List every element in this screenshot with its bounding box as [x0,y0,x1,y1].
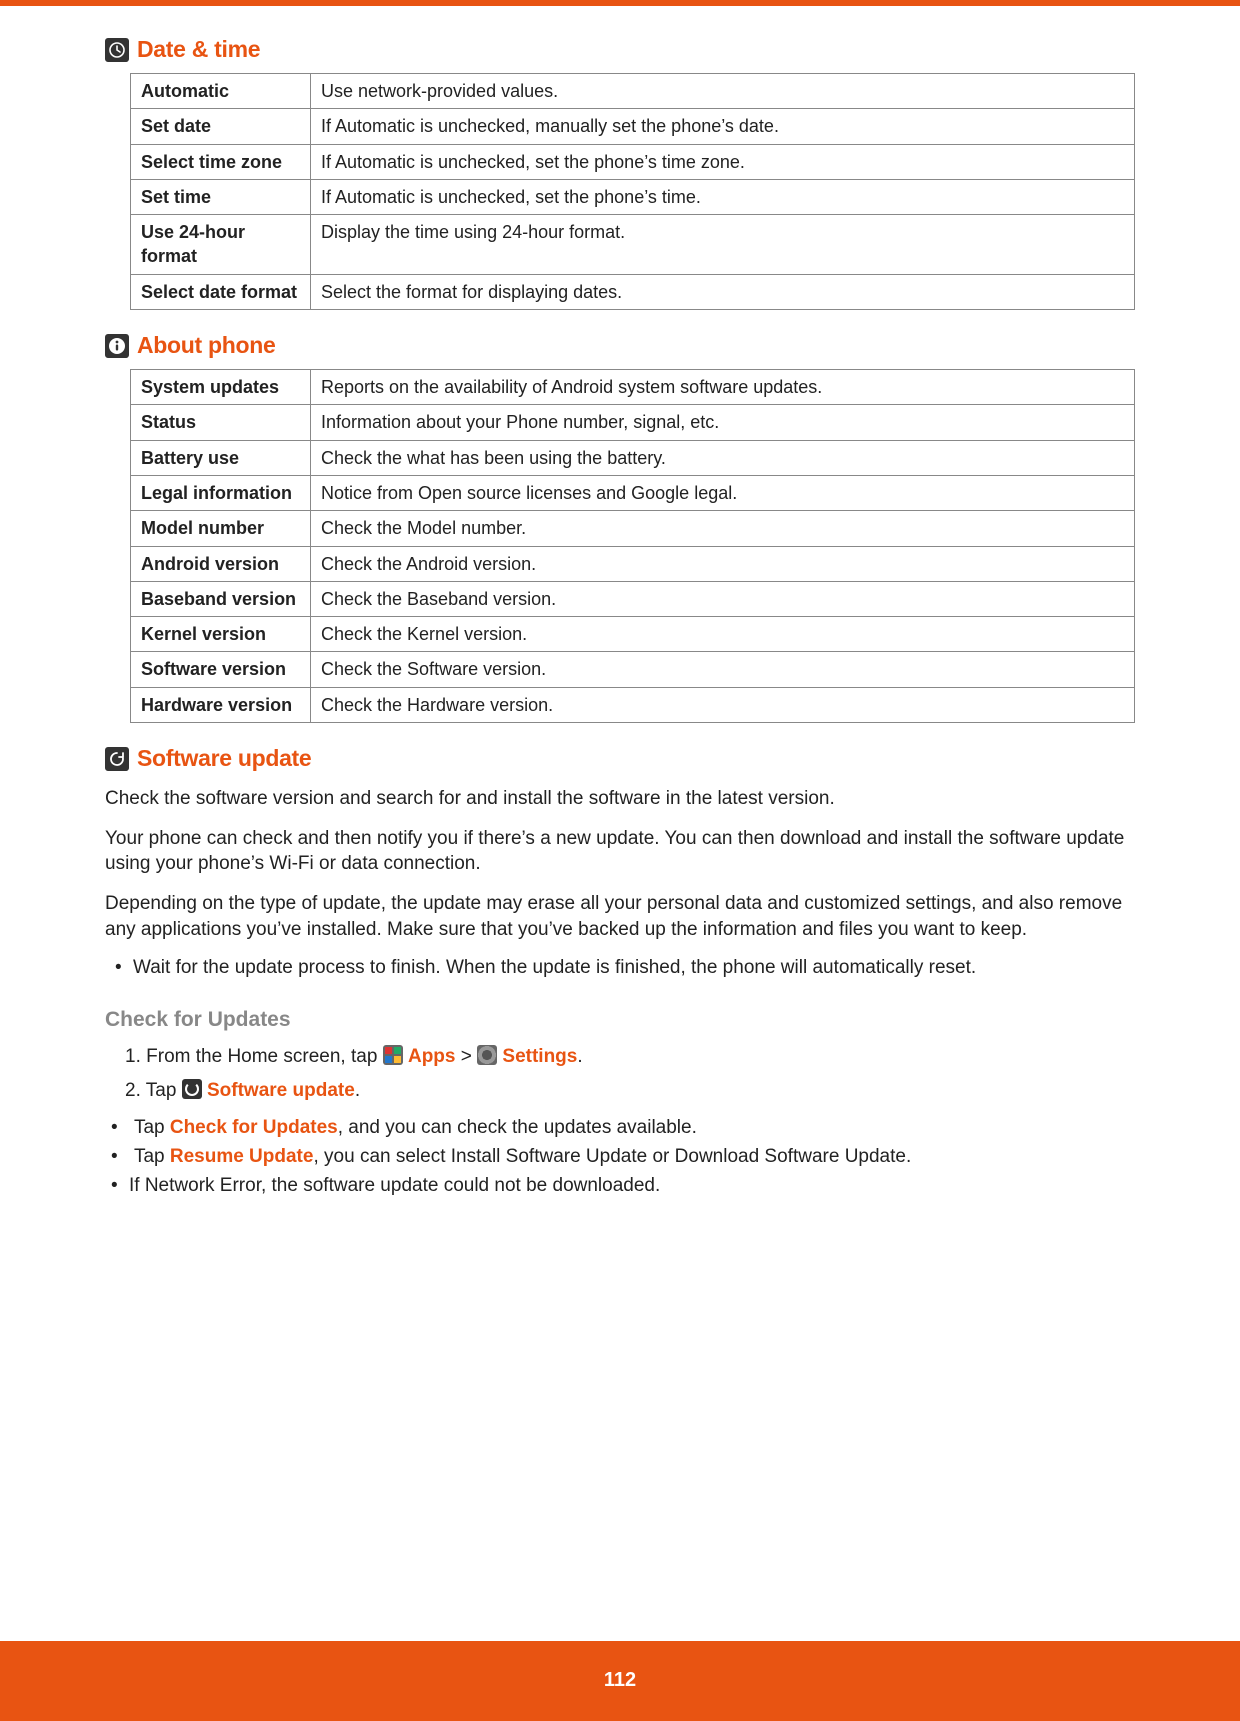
table-row: StatusInformation about your Phone numbe… [131,405,1135,440]
table-row: Software versionCheck the Software versi… [131,652,1135,687]
setting-description: Check the Kernel version. [311,617,1135,652]
table-row: Select time zoneIf Automatic is unchecke… [131,144,1135,179]
setting-name: Select date format [131,274,311,309]
info-icon [105,334,129,358]
setting-description: Use network-provided values. [311,74,1135,109]
resume-update-label: Resume Update [170,1146,314,1167]
section-title: Date & time [137,36,260,63]
clock-icon [105,38,129,62]
setting-name: Baseband version [131,581,311,616]
table-row: Baseband versionCheck the Baseband versi… [131,581,1135,616]
table-row: Use 24-hour formatDisplay the time using… [131,215,1135,275]
bullet-list: Wait for the update process to finish. W… [133,954,1135,982]
sub-heading-check-updates: Check for Updates [105,1008,1135,1032]
apps-icon [383,1045,403,1065]
text: Tap [134,1117,170,1138]
step-text: Tap [146,1080,182,1101]
apps-label: Apps [408,1046,456,1067]
setting-name: Software version [131,652,311,687]
setting-name: Select time zone [131,144,311,179]
setting-description: Reports on the availability of Android s… [311,370,1135,405]
text: , you can select Install Software Update… [313,1146,911,1167]
update-icon [105,747,129,771]
table-row: Select date formatSelect the format for … [131,274,1135,309]
steps-list: 1. From the Home screen, tap Apps > Sett… [125,1042,1135,1107]
update-icon [182,1079,202,1099]
table-row: System updatesReports on the availabilit… [131,370,1135,405]
page-content: Date & time AutomaticUse network-provide… [0,36,1240,1281]
table-row: Kernel versionCheck the Kernel version. [131,617,1135,652]
setting-name: Battery use [131,440,311,475]
table-row: Legal informationNotice from Open source… [131,475,1135,510]
setting-name: Status [131,405,311,440]
setting-name: Set time [131,179,311,214]
setting-description: Check the Model number. [311,511,1135,546]
text: , and you can check the updates availabl… [338,1117,697,1138]
setting-description: Select the format for displaying dates. [311,274,1135,309]
table-row: AutomaticUse network-provided values. [131,74,1135,109]
setting-description: If Automatic is unchecked, manually set … [311,109,1135,144]
step-post: . [355,1080,360,1101]
setting-description: If Automatic is unchecked, set the phone… [311,179,1135,214]
software-update-label: Software update [207,1080,355,1101]
setting-description: Display the time using 24-hour format. [311,215,1135,275]
table-row: Set timeIf Automatic is unchecked, set t… [131,179,1135,214]
setting-name: Kernel version [131,617,311,652]
paragraph: Your phone can check and then notify you… [105,826,1135,877]
paragraph: Check the software version and search fo… [105,786,1135,812]
table-row: Model numberCheck the Model number. [131,511,1135,546]
setting-description: If Automatic is unchecked, set the phone… [311,144,1135,179]
setting-description: Check the Baseband version. [311,581,1135,616]
table-about-phone: System updatesReports on the availabilit… [130,369,1135,723]
step-number: 1. [125,1046,141,1067]
list-item: If Network Error, the software update co… [129,1171,1135,1200]
setting-description: Check the Software version. [311,652,1135,687]
page-footer: 112 [0,1641,1240,1721]
page-number: 112 [604,1669,636,1692]
step-post: . [577,1046,582,1067]
setting-name: Hardware version [131,687,311,722]
step-2: 2. Tap Software update. [125,1076,1135,1106]
list-item: Tap Resume Update, you can select Instal… [129,1142,1135,1171]
settings-label: Settings [502,1046,577,1067]
setting-description: Check the Hardware version. [311,687,1135,722]
check-for-updates-label: Check for Updates [170,1117,338,1138]
sub-bullets: Tap Check for Updates, and you can check… [129,1113,1135,1201]
setting-name: Set date [131,109,311,144]
setting-description: Check the Android version. [311,546,1135,581]
list-item: Tap Check for Updates, and you can check… [129,1113,1135,1142]
table-date-time: AutomaticUse network-provided values.Set… [130,73,1135,310]
section-software-update: Software update [105,745,1135,772]
section-about-phone: About phone [105,332,1135,359]
table-row: Android versionCheck the Android version… [131,546,1135,581]
gear-icon [477,1045,497,1065]
setting-description: Check the what has been using the batter… [311,440,1135,475]
table-row: Hardware versionCheck the Hardware versi… [131,687,1135,722]
step-1: 1. From the Home screen, tap Apps > Sett… [125,1042,1135,1072]
top-accent-bar [0,0,1240,6]
setting-name: Automatic [131,74,311,109]
setting-name: Use 24-hour format [131,215,311,275]
paragraph: Depending on the type of update, the upd… [105,891,1135,942]
setting-description: Notice from Open source licenses and Goo… [311,475,1135,510]
step-number: 2. [125,1080,141,1101]
text: Tap [134,1146,170,1167]
section-title: About phone [137,332,276,359]
step-text: From the Home screen, tap [146,1046,383,1067]
setting-name: System updates [131,370,311,405]
table-row: Set dateIf Automatic is unchecked, manua… [131,109,1135,144]
section-date-time: Date & time [105,36,1135,63]
setting-name: Android version [131,546,311,581]
separator: > [461,1046,477,1067]
table-row: Battery useCheck the what has been using… [131,440,1135,475]
list-item: Wait for the update process to finish. W… [133,954,1135,982]
section-title: Software update [137,745,311,772]
setting-name: Model number [131,511,311,546]
setting-description: Information about your Phone number, sig… [311,405,1135,440]
setting-name: Legal information [131,475,311,510]
